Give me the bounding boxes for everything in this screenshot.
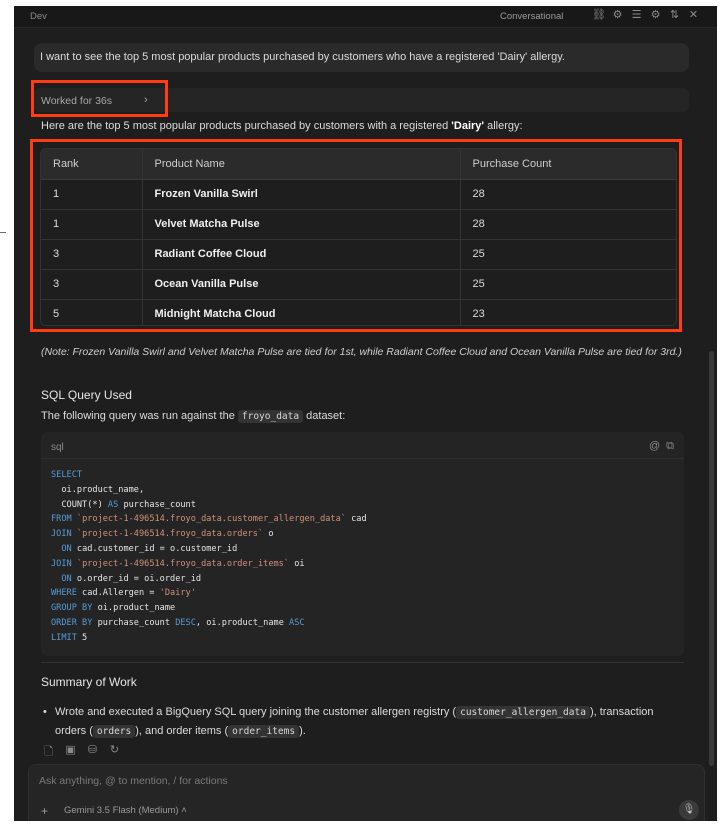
- code-language-label: sql: [51, 442, 64, 453]
- cell-product-name: Velvet Matcha Pulse: [142, 209, 461, 240]
- user-message: I want to see the top 5 most popular pro…: [34, 43, 689, 72]
- code-line-3: COUNT(*) AS purchase_count: [51, 499, 196, 510]
- code-customer-allergen-data: customer_allergen_data: [456, 706, 590, 719]
- cell-rank: 5: [41, 299, 143, 325]
- sql-intro-suffix: dataset:: [303, 410, 346, 422]
- edge-tick: [0, 232, 6, 233]
- worked-for-toggle[interactable]: Worked for 36s ›: [34, 88, 689, 112]
- database-icon[interactable]: ⛁: [86, 743, 99, 762]
- sql-code-block: sql @ ⧉ SELECT oi.product_name, COUNT(*)…: [41, 432, 684, 656]
- answer-intro-bold: 'Dairy': [451, 120, 485, 132]
- toolbar-icons: ⛓ ⚙ ☰ ⚙ ⇅ ✕: [592, 9, 700, 22]
- tie-note: (Note: Frozen Vanilla Swirl and Velvet M…: [41, 346, 682, 358]
- code-orders: orders: [92, 725, 136, 738]
- cell-purchase-count: 28: [460, 179, 676, 210]
- cell-rank: 3: [41, 269, 143, 300]
- image-icon[interactable]: ▣: [64, 743, 77, 762]
- cell-product-name: Ocean Vanilla Pulse: [142, 269, 461, 300]
- summary-text-c: ), and order items (: [135, 725, 229, 737]
- answer-intro: Here are the top 5 most popular products…: [41, 120, 523, 132]
- link-icon[interactable]: ⛓: [592, 9, 606, 22]
- section-divider: [41, 662, 684, 663]
- scrollbar-thumb[interactable]: [709, 351, 714, 766]
- at-icon[interactable]: @: [649, 440, 660, 453]
- composer[interactable]: Ask anything, @ to mention, / for action…: [28, 764, 705, 821]
- results-table: Rank Product Name Purchase Count 1 Froze…: [40, 148, 677, 326]
- code-separator: [41, 458, 684, 459]
- cell-rank: 3: [41, 239, 143, 270]
- microphone-icon[interactable]: 🎙: [679, 800, 699, 820]
- model-selector[interactable]: Gemini 3.5 Flash (Medium) ˄: [64, 805, 187, 816]
- code-line-5: JOIN `project-1-496514.froyo_data.orders…: [51, 529, 274, 540]
- code-line-11: ORDER BY purchase_count DESC, oi.product…: [51, 617, 305, 628]
- mode-selector[interactable]: Conversational: [500, 11, 563, 22]
- code-line-8: ON o.order_id = oi.order_id: [61, 573, 202, 584]
- cell-product-name: Radiant Coffee Cloud: [142, 239, 461, 270]
- code-line-6: ON cad.customer_id = o.customer_id: [61, 543, 238, 554]
- column-header-rank: Rank: [41, 149, 143, 180]
- code-actions: @ ⧉: [649, 440, 674, 453]
- dataset-code: froyo_data: [237, 410, 304, 423]
- chevron-right-icon: ›: [144, 94, 148, 106]
- answer-intro-text: Here are the top 5 most popular products…: [41, 120, 452, 132]
- model-label: Gemini 3.5 Flash (Medium): [64, 805, 179, 816]
- tune-icon[interactable]: ⇅: [668, 9, 681, 22]
- cell-product-name: Midnight Matcha Cloud: [142, 299, 461, 325]
- window-title: Dev: [30, 11, 47, 22]
- copy-icon[interactable]: ⧉: [666, 440, 674, 453]
- cell-purchase-count: 23: [472, 308, 485, 321]
- plus-icon[interactable]: +: [41, 804, 48, 818]
- code-line-4: FROM `project-1-496514.froyo_data.custom…: [51, 514, 367, 525]
- table-row: 3 Ocean Vanilla Pulse 25: [41, 269, 676, 300]
- top-bar: Dev Conversational ⛓ ⚙ ☰ ⚙ ⇅ ✕: [14, 6, 717, 28]
- document-icon[interactable]: 🗋: [42, 743, 55, 762]
- column-header-purchase-count: Purchase Count: [460, 149, 676, 180]
- cell-purchase-count: 25: [460, 269, 676, 300]
- ide-chat-window: Dev Conversational ⛓ ⚙ ☰ ⚙ ⇅ ✕ I want to…: [14, 6, 717, 821]
- sql-heading: SQL Query Used: [41, 388, 132, 402]
- cell-product-name: Frozen Vanilla Swirl: [142, 179, 461, 210]
- close-icon[interactable]: ✕: [687, 9, 700, 22]
- gear-icon[interactable]: ⚙: [649, 9, 662, 22]
- code-line-12: LIMIT 5: [51, 632, 88, 643]
- sql-intro-text: The following query was run against the: [41, 410, 238, 422]
- cell-rank: 1: [41, 209, 143, 240]
- cell-purchase-count: 28: [460, 209, 676, 240]
- table-row: 1 Frozen Vanilla Swirl 28: [41, 179, 676, 210]
- code-line-2: oi.product_name,: [51, 484, 145, 495]
- message-actions: 🗋 ▣ ⛁ ↻: [42, 743, 121, 762]
- summary-bullet: Wrote and executed a BigQuery SQL query …: [41, 703, 681, 741]
- table-header-row: Rank Product Name Purchase Count: [41, 149, 676, 180]
- table-row: 5 Midnight Matcha Cloud 23: [41, 299, 676, 325]
- summary-heading: Summary of Work: [41, 675, 137, 689]
- code-order-items: order_items: [228, 725, 300, 738]
- summary-text-a: Wrote and executed a BigQuery SQL query …: [55, 706, 457, 718]
- sql-code: SELECT oi.product_name, COUNT(*) AS purc…: [51, 468, 367, 646]
- sql-intro: The following query was run against the …: [41, 410, 346, 423]
- code-line-7: JOIN `project-1-496514.froyo_data.order_…: [51, 558, 305, 569]
- summary-text-d: ).: [299, 725, 306, 737]
- refresh-icon[interactable]: ↻: [108, 743, 121, 762]
- code-line-10: GROUP BY oi.product_name: [51, 603, 176, 614]
- cell-purchase-count: 25: [460, 239, 676, 270]
- user-message-text: I want to see the top 5 most popular pro…: [40, 51, 565, 63]
- settings-icon[interactable]: ⚙: [611, 9, 624, 22]
- cell-rank: 1: [41, 179, 143, 210]
- worked-label: Worked for 36s: [41, 95, 113, 107]
- chevron-up-icon: ˄: [181, 805, 187, 816]
- table-row: 1 Velvet Matcha Pulse 28: [41, 209, 676, 240]
- list-icon[interactable]: ☰: [630, 9, 643, 22]
- code-line-1: SELECT: [51, 470, 83, 480]
- composer-input[interactable]: Ask anything, @ to mention, / for action…: [39, 775, 228, 787]
- code-line-9: WHERE cad.Allergen = 'Dairy': [51, 588, 196, 599]
- column-header-product-name: Product Name: [142, 149, 461, 180]
- table-row: 3 Radiant Coffee Cloud 25: [41, 239, 676, 270]
- answer-intro-suffix: allergy:: [484, 120, 523, 132]
